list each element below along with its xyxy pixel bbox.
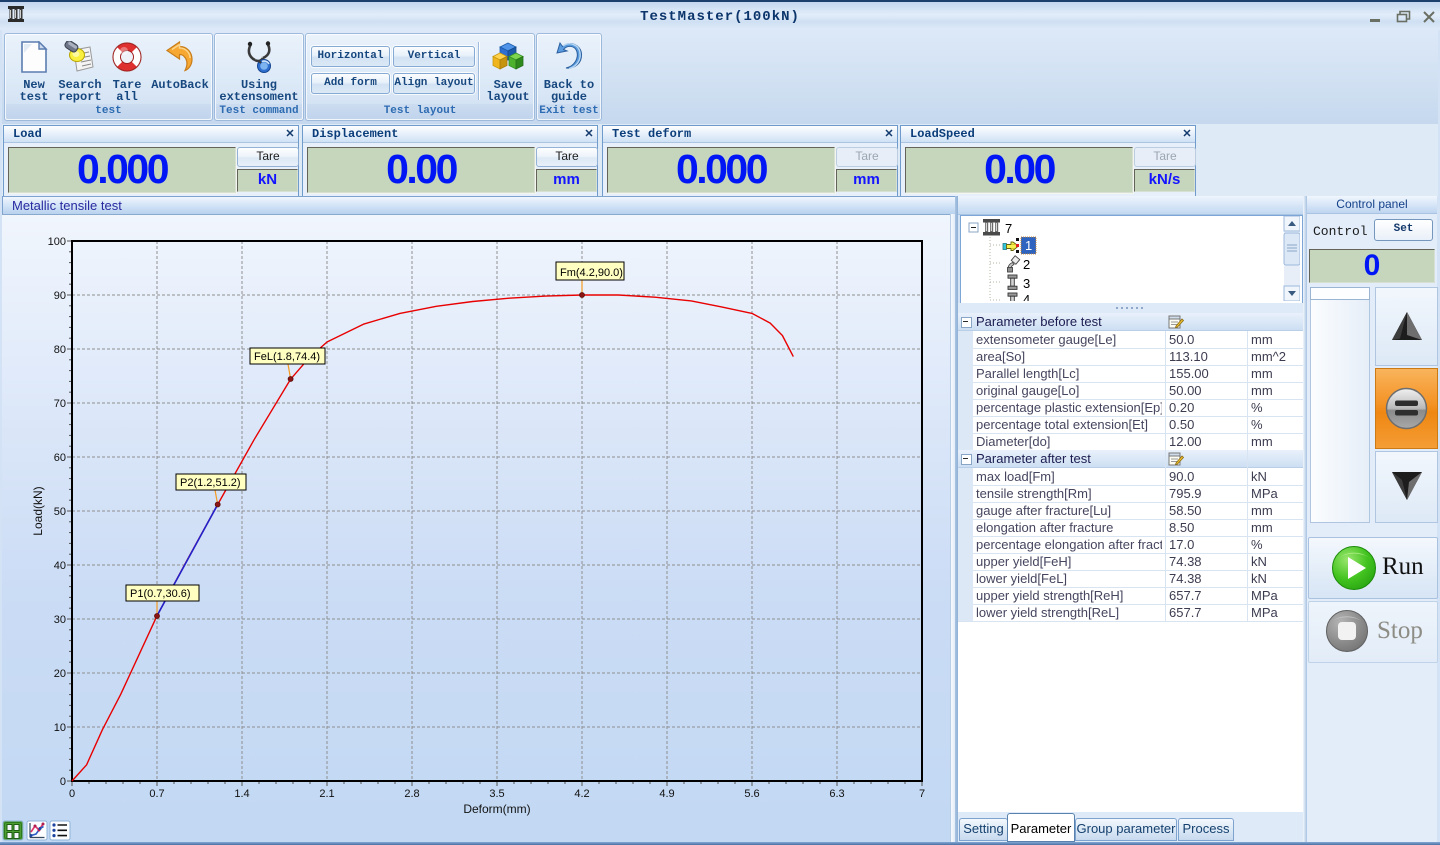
svg-text:0: 0 [60, 776, 66, 788]
svg-text:P2(1.2,51.2): P2(1.2,51.2) [180, 477, 241, 489]
svg-text:2.8: 2.8 [404, 788, 419, 800]
svg-text:30: 30 [54, 614, 66, 626]
svg-text:FeL(1.8,74.4): FeL(1.8,74.4) [254, 351, 320, 363]
svg-text:10: 10 [54, 722, 66, 734]
svg-text:Load(kN): Load(kN) [31, 486, 45, 535]
svg-text:60: 60 [54, 452, 66, 464]
svg-text:0: 0 [69, 788, 75, 800]
svg-text:1.4: 1.4 [234, 788, 249, 800]
svg-text:7: 7 [919, 788, 925, 800]
svg-text:50: 50 [54, 506, 66, 518]
svg-text:5.6: 5.6 [744, 788, 759, 800]
svg-text:2.1: 2.1 [319, 788, 334, 800]
svg-text:7: 7 [1005, 221, 1012, 236]
svg-text:70: 70 [54, 398, 66, 410]
svg-text:Fm(4.2,90.0): Fm(4.2,90.0) [560, 267, 623, 279]
svg-text:90: 90 [54, 290, 66, 302]
svg-text:4: 4 [1023, 292, 1030, 301]
svg-text:P1(0.7,30.6): P1(0.7,30.6) [130, 588, 191, 600]
svg-text:2: 2 [1023, 257, 1030, 272]
svg-text:1: 1 [1025, 238, 1032, 253]
svg-text:4.2: 4.2 [574, 788, 589, 800]
svg-text:100: 100 [48, 236, 66, 248]
svg-text:80: 80 [54, 344, 66, 356]
svg-text:0.7: 0.7 [149, 788, 164, 800]
svg-text:20: 20 [54, 668, 66, 680]
svg-text:40: 40 [54, 560, 66, 572]
svg-text:3: 3 [1023, 276, 1030, 291]
svg-text:6.3: 6.3 [829, 788, 844, 800]
svg-text:4.9: 4.9 [659, 788, 674, 800]
svg-text:Deform(mm): Deform(mm) [463, 802, 530, 816]
svg-text:3.5: 3.5 [489, 788, 504, 800]
